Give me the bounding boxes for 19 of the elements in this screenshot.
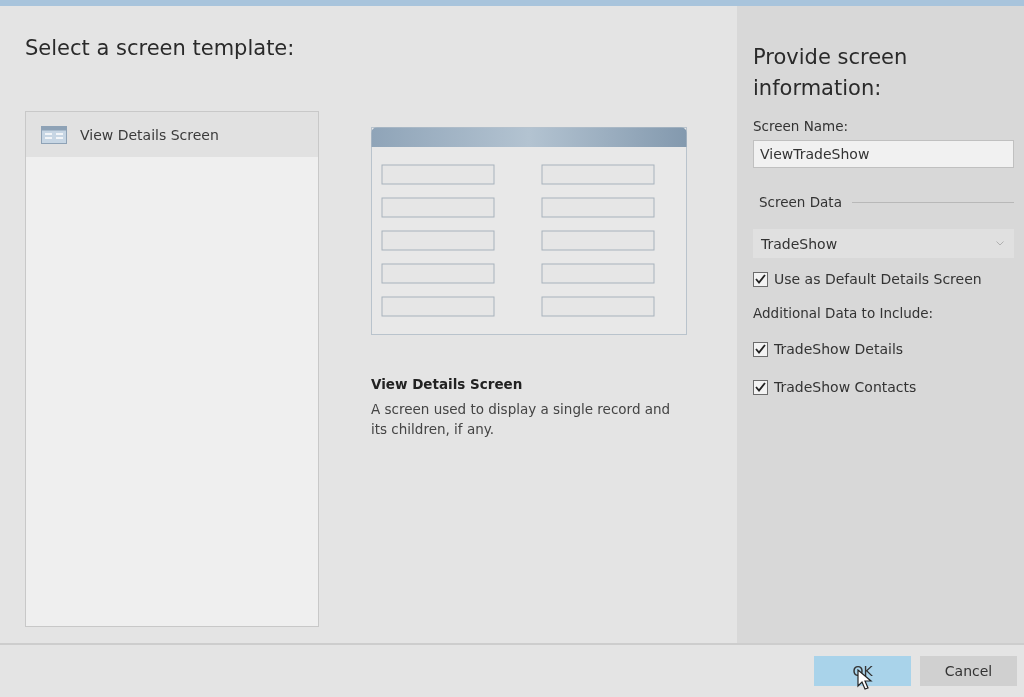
template-description: A screen used to display a single record and its children, if any.	[371, 400, 671, 439]
screen-data-dropdown[interactable]: TradeShow	[753, 229, 1014, 258]
chevron-down-icon	[996, 241, 1004, 246]
cancel-button[interactable]: Cancel	[920, 656, 1017, 686]
checkmark-icon	[755, 382, 766, 392]
data-checkbox[interactable]: TradeShow Details	[753, 339, 1014, 359]
screen-name-field[interactable]: ViewTradeShow	[753, 140, 1014, 168]
pane-heading: Provide screen information:	[753, 44, 909, 102]
checkmark-icon	[755, 344, 766, 354]
data-checkbox[interactable]: TradeShow Contacts	[753, 377, 1014, 397]
checkmark-icon	[755, 274, 766, 284]
template-item[interactable]: View Details Screen	[26, 112, 318, 157]
template-title: View Details Screen	[371, 376, 524, 392]
pane-heading: Select a screen template:	[25, 36, 296, 62]
default-checkbox[interactable]: Use as Default Details Screen	[753, 269, 1014, 289]
field-label: Screen Name:	[753, 118, 850, 134]
group-label: Screen Data	[759, 194, 842, 210]
form-layout-icon	[41, 125, 67, 144]
section-label: Additional Data to Include:	[753, 305, 935, 321]
